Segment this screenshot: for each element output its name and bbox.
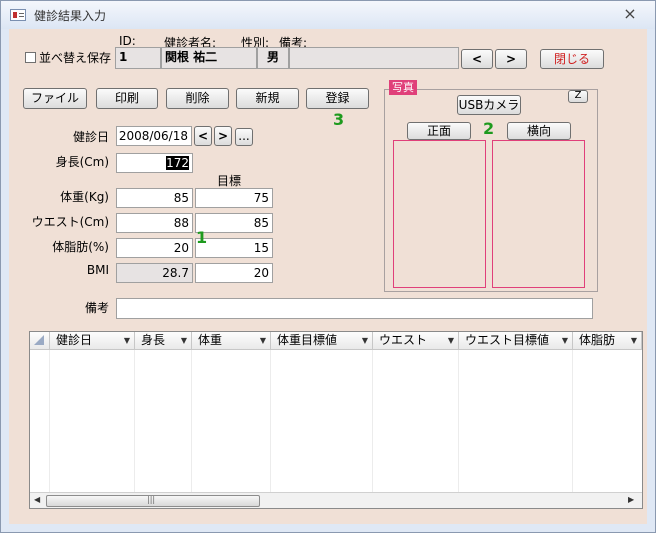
col-header-weight-target[interactable]: 体重目標値 ▼ (271, 332, 373, 350)
height-value: 172 (166, 156, 189, 170)
bmi-value: 28.7 (116, 263, 193, 283)
marker-2: 2 (483, 119, 495, 138)
remarks-label: 備考 (84, 301, 109, 315)
col-label: 身長 (141, 333, 166, 347)
bmi-target-input[interactable]: 20 (195, 263, 273, 283)
grid-line (572, 350, 573, 492)
dropdown-icon[interactable]: ▼ (562, 332, 568, 349)
col-label: 健診日 (56, 333, 93, 347)
sort-save-checkbox[interactable] (25, 52, 36, 63)
grid-line (458, 350, 459, 492)
date-picker-button[interactable]: ... (235, 128, 253, 146)
dropdown-icon[interactable]: ▼ (448, 332, 454, 349)
dropdown-icon[interactable]: ▼ (124, 332, 130, 349)
col-header-weight[interactable]: 体重 ▼ (192, 332, 271, 350)
side-photo-area[interactable] (492, 140, 585, 288)
app-window: 健診結果入力 × ID: 健診者名: 性別: 備考: 並べ替え保存 1 関根 祐… (0, 0, 656, 533)
title-bar: 健診結果入力 × (1, 1, 655, 29)
col-label: 体重 (198, 333, 223, 347)
bmi-label: BMI (86, 263, 109, 277)
horizontal-scrollbar[interactable]: ◀ ||| ▶ (30, 492, 642, 508)
patient-name-value: 関根 祐二 (161, 47, 257, 69)
note-value (289, 47, 459, 69)
bodyfat-input[interactable]: 20 (116, 238, 193, 258)
delete-button[interactable]: 削除 (166, 88, 229, 109)
select-all-icon (34, 335, 44, 345)
col-header-height[interactable]: 身長 ▼ (135, 332, 192, 350)
print-button[interactable]: 印刷 (96, 88, 158, 109)
height-input[interactable]: 172 (116, 153, 193, 173)
weight-label: 体重(Kg) (60, 190, 109, 204)
prev-record-button[interactable]: < (461, 49, 493, 69)
col-header-exam-date[interactable]: 健診日 ▼ (50, 332, 135, 350)
close-form-button[interactable]: 閉じる (540, 49, 604, 69)
window-close-button[interactable]: × (621, 5, 639, 23)
col-header-body-fat[interactable]: 体脂肪 ▼ (573, 332, 642, 350)
col-label: 体脂肪 (579, 333, 616, 347)
bodyfat-label: 体脂肪(%) (52, 240, 109, 254)
scroll-thumb[interactable]: ||| (46, 495, 260, 507)
marker-3: 3 (333, 110, 345, 129)
col-header-waist[interactable]: ウエスト ▼ (373, 332, 459, 350)
usb-camera-button[interactable]: USBカメラ (457, 95, 521, 115)
col-label: ウエスト (379, 333, 428, 347)
side-photo-button[interactable]: 横向 (507, 122, 571, 140)
id-value: 1 (115, 47, 161, 69)
exam-date-input[interactable]: 2008/06/18 (116, 126, 192, 146)
waist-input[interactable]: 88 (116, 213, 193, 233)
file-button[interactable]: ファイル (23, 88, 87, 109)
dropdown-icon[interactable]: ▼ (181, 332, 187, 349)
gender-value: 男 (257, 47, 289, 69)
photo-title: 写真 (389, 80, 417, 95)
dropdown-icon[interactable]: ▼ (631, 332, 637, 349)
next-record-button[interactable]: > (495, 49, 527, 69)
grip-icon: ||| (147, 495, 156, 504)
register-button[interactable]: 登録 (306, 88, 369, 109)
grid-line (372, 350, 373, 492)
marker-1: 1 (196, 228, 208, 247)
col-label: ウエスト目標値 (465, 333, 550, 347)
date-prev-button[interactable]: < (194, 126, 212, 146)
select-all-corner[interactable] (30, 332, 50, 350)
sort-save-label: 並べ替え保存 (39, 51, 112, 65)
scroll-left-icon[interactable]: ◀ (34, 495, 40, 504)
date-label: 健診日 (72, 130, 109, 144)
weight-input[interactable]: 85 (116, 188, 193, 208)
col-header-waist-target[interactable]: ウエスト目標値 ▼ (459, 332, 573, 350)
grid-line (134, 350, 135, 492)
new-button[interactable]: 新規 (236, 88, 299, 109)
exam-results-grid: 健診日 ▼ 身長 ▼ 体重 ▼ 体重目標値 ▼ ウエスト ▼ ウエスト目標値 ▼ 体脂肪 ▼ … (29, 331, 643, 509)
grid-line (191, 350, 192, 492)
waist-label: ウエスト(Cm) (31, 215, 109, 229)
dropdown-icon[interactable]: ▼ (362, 332, 368, 349)
grid-line (49, 350, 50, 492)
form-body: ID: 健診者名: 性別: 備考: 並べ替え保存 1 関根 祐二 男 < > 閉… (9, 29, 647, 524)
front-photo-button[interactable]: 正面 (407, 122, 471, 140)
front-photo-area[interactable] (393, 140, 486, 288)
window-title: 健診結果入力 (34, 9, 107, 23)
target-label: 目標 (217, 174, 242, 188)
remarks-input[interactable] (116, 298, 593, 319)
col-label: 体重目標値 (277, 333, 338, 347)
id-label: ID: (119, 34, 136, 48)
height-label: 身長(Cm) (55, 155, 109, 169)
form-icon (10, 9, 26, 21)
z-button[interactable]: Z (568, 90, 588, 103)
date-next-button[interactable]: > (214, 126, 232, 146)
grid-line (270, 350, 271, 492)
dropdown-icon[interactable]: ▼ (260, 332, 266, 349)
scroll-right-icon[interactable]: ▶ (628, 495, 634, 504)
weight-target-input[interactable]: 75 (195, 188, 273, 208)
